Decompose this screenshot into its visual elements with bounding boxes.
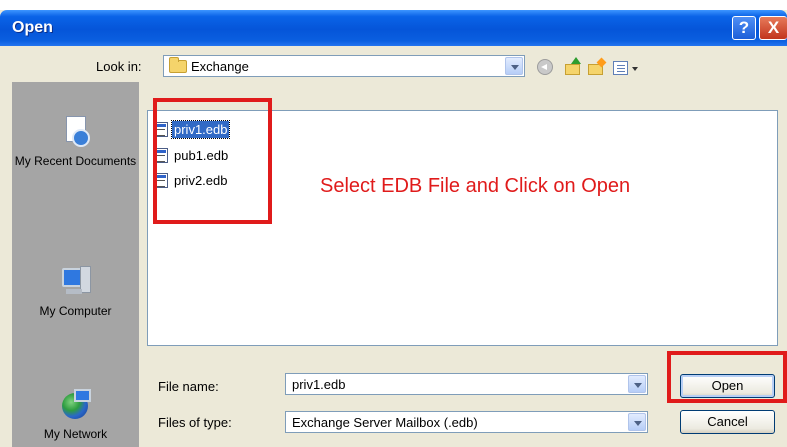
file-type-label: Files of type:: [158, 415, 232, 430]
file-type-value: Exchange Server Mailbox (.edb): [292, 415, 478, 430]
close-button[interactable]: X: [759, 16, 787, 40]
look-in-dropdown[interactable]: Exchange: [163, 55, 525, 77]
place-my-network[interactable]: My Network: [12, 389, 139, 442]
annotation-text: Select EDB File and Click on Open: [320, 175, 631, 197]
place-label: My Computer: [39, 304, 112, 318]
files-highlight-box: [153, 98, 272, 224]
cancel-button[interactable]: Cancel: [680, 410, 775, 434]
places-bar: My Recent Documents My Computer My Netwo…: [12, 82, 139, 447]
new-folder-icon[interactable]: [588, 57, 607, 75]
file-name-label: File name:: [158, 379, 219, 394]
file-name-value: priv1.edb: [292, 377, 346, 392]
chevron-down-icon[interactable]: [628, 375, 646, 393]
place-my-computer[interactable]: My Computer: [12, 266, 139, 319]
open-dialog: Open ? X Look in: Exchange My Recent Doc…: [0, 10, 787, 447]
network-icon: [60, 389, 92, 421]
my-computer-icon: [60, 266, 92, 298]
look-in-label: Look in:: [96, 59, 142, 74]
look-in-value: Exchange: [191, 59, 249, 74]
file-type-select[interactable]: Exchange Server Mailbox (.edb): [285, 411, 648, 433]
recent-documents-icon: [60, 116, 92, 148]
title-bar[interactable]: Open ? X: [0, 10, 787, 46]
chevron-down-icon[interactable]: [505, 57, 523, 75]
file-list[interactable]: priv1.edb pub1.edb priv2.edb Select EDB …: [147, 98, 778, 346]
window-title: Open: [12, 19, 53, 36]
place-recent-documents[interactable]: My Recent Documents: [12, 116, 139, 169]
up-folder-icon[interactable]: [565, 57, 581, 75]
help-button[interactable]: ?: [732, 16, 756, 40]
folder-icon: [169, 57, 187, 73]
place-label: My Network: [43, 427, 108, 441]
back-icon[interactable]: [537, 59, 553, 75]
place-label: My Recent Documents: [14, 154, 137, 168]
open-highlight-box: [667, 351, 787, 403]
file-name-input[interactable]: priv1.edb: [285, 373, 648, 395]
view-menu-icon[interactable]: [613, 61, 628, 75]
chevron-down-icon[interactable]: [628, 413, 646, 431]
view-caret-icon[interactable]: [632, 67, 638, 71]
